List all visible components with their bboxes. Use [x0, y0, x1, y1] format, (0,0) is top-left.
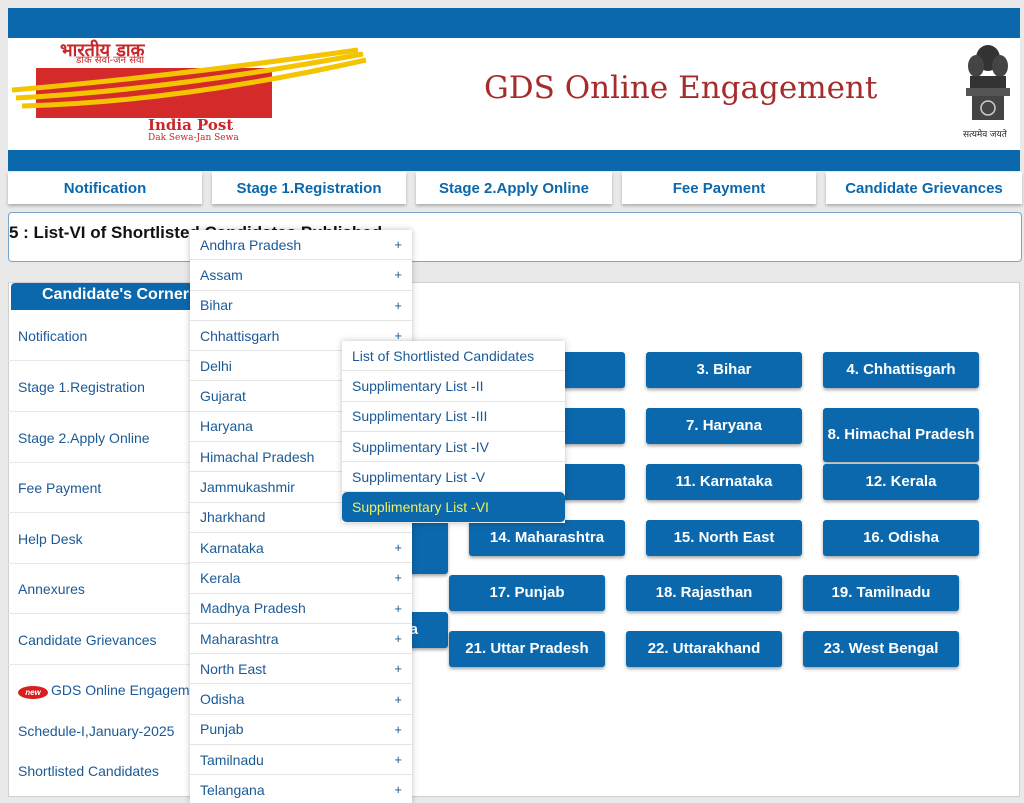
plus-icon: + — [394, 600, 402, 616]
state-button-north-east[interactable]: 15. North East — [646, 520, 802, 556]
header-banner: भारतीय डाक डाक सेवा-जन सेवा India Post D… — [8, 38, 1020, 150]
logo-english-text: India Post — [148, 116, 234, 134]
sidebar-item-help-desk[interactable]: Help Desk — [8, 514, 208, 564]
dropdown-item-odisha[interactable]: Odisha + — [190, 684, 412, 715]
state-button-karnataka[interactable]: 11. Karnataka — [646, 464, 802, 500]
sidebar-item-schedule[interactable]: Schedule-I,January-2025 — [18, 723, 174, 739]
state-button-odisha[interactable]: 16. Odisha — [823, 520, 979, 556]
state-button-maharashtra[interactable]: 14. Maharashtra — [469, 520, 625, 556]
sidebar-item-fee-payment[interactable]: Fee Payment — [8, 463, 208, 513]
dropdown-item-label: Karnataka — [200, 539, 264, 556]
dropdown-item-label: North East — [200, 660, 267, 677]
state-button-chhattisgarh[interactable]: 4. Chhattisgarh — [823, 352, 979, 388]
plus-icon: + — [394, 782, 402, 798]
state-button-uttar-pradesh[interactable]: 21. Uttar Pradesh — [449, 631, 605, 667]
dropdown-item-label: Odisha — [200, 691, 245, 708]
state-button-bihar[interactable]: 3. Bihar — [646, 352, 802, 388]
dropdown-item-label: Kerala — [200, 569, 241, 586]
plus-icon: + — [394, 631, 402, 646]
nav-stage2-apply-online[interactable]: Stage 2.Apply Online — [416, 172, 612, 204]
state-button-himachal-pradesh[interactable]: 8. Himachal Pradesh — [823, 408, 979, 462]
dropdown-item-assam[interactable]: Assam + — [190, 260, 412, 291]
dropdown-item-bihar[interactable]: Bihar + — [190, 291, 412, 321]
state-button-haryana[interactable]: 7. Haryana — [646, 408, 802, 444]
emblem-caption: सत्यमेव जयते — [963, 129, 1007, 139]
dropdown-item-label: Maharashtra — [200, 630, 279, 647]
dropdown-item-madhya-pradesh[interactable]: Madhya Pradesh + — [190, 594, 412, 624]
submenu-item-supplementary-2[interactable]: Supplimentary List -II — [342, 371, 565, 402]
plus-icon: + — [394, 661, 402, 677]
dropdown-item-north-east[interactable]: North East + — [190, 654, 412, 685]
state-button-rajasthan[interactable]: 18. Rajasthan — [626, 575, 782, 611]
state-button-kerala[interactable]: 12. Kerala — [823, 464, 979, 500]
submenu-item-supplementary-4[interactable]: Supplimentary List -IV — [342, 432, 565, 463]
state-button-west-bengal[interactable]: 23. West Bengal — [803, 631, 959, 667]
nav-stage1-registration[interactable]: Stage 1.Registration — [212, 172, 406, 204]
dropdown-item-maharashtra[interactable]: Maharashtra + — [190, 624, 412, 655]
submenu-item-supplementary-3[interactable]: Supplimentary List -III — [342, 402, 565, 432]
sidebar-item-annexures[interactable]: Annexures — [8, 564, 208, 614]
plus-icon: + — [394, 267, 402, 283]
state-button-tamilnadu[interactable]: 19. Tamilnadu — [803, 575, 959, 611]
sidebar-item-notification[interactable]: Notification — [8, 311, 208, 361]
sidebar-item-stage1-registration[interactable]: Stage 1.Registration — [8, 362, 208, 412]
dropdown-item-label: Telangana — [200, 781, 265, 798]
page-title: GDS Online Engagement — [484, 70, 878, 106]
dropdown-item-label: Tamilnadu — [200, 751, 264, 768]
dropdown-item-label: Himachal Pradesh — [200, 448, 315, 465]
candidates-corner-heading: Candidate's Corner — [11, 283, 201, 310]
logo-hindi-tagline: डाक सेवा-जन सेवा — [76, 55, 145, 66]
news-ticker: 5 : List-VI of Shortlisted Candidates Pu… — [8, 212, 1022, 262]
state-button-punjab[interactable]: 17. Punjab — [449, 575, 605, 611]
site-header: भारतीय डाक डाक सेवा-जन सेवा India Post D… — [8, 8, 1020, 171]
shortlist-submenu: List of Shortlisted Candidates Supplimen… — [342, 341, 565, 523]
plus-icon: + — [394, 691, 402, 707]
dropdown-item-punjab[interactable]: Punjab + — [190, 715, 412, 746]
plus-icon: + — [394, 721, 402, 737]
dropdown-item-label: Chhattisgarh — [200, 327, 280, 344]
dropdown-item-karnataka[interactable]: Karnataka + — [190, 533, 412, 564]
dropdown-item-telangana[interactable]: Telangana + — [190, 775, 412, 803]
new-badge-icon: new — [18, 686, 48, 699]
dropdown-item-label: Punjab — [200, 721, 244, 738]
plus-icon: + — [394, 297, 402, 313]
plus-icon: + — [394, 570, 402, 586]
dropdown-item-label: Jharkhand — [200, 509, 266, 526]
dropdown-item-label: Bihar — [200, 297, 233, 314]
dropdown-item-label: Assam — [200, 266, 243, 283]
logo-english-tagline: Dak Sewa-Jan Sewa — [148, 133, 239, 143]
plus-icon: + — [394, 752, 402, 768]
submenu-item-supplementary-6[interactable]: Supplimentary List -VI — [342, 492, 565, 523]
sidebar-item-shortlisted[interactable]: Shortlisted Candidates — [18, 763, 159, 779]
dropdown-item-label: Andhra Pradesh — [200, 236, 302, 253]
submenu-item-list-shortlisted[interactable]: List of Shortlisted Candidates — [342, 341, 565, 372]
dropdown-item-kerala[interactable]: Kerala + — [190, 563, 412, 594]
nav-notification[interactable]: Notification — [8, 172, 202, 204]
sidebar-item-gds-online[interactable]: new GDS Online Engagement — [18, 682, 209, 699]
nav-candidate-grievances[interactable]: Candidate Grievances — [826, 172, 1022, 204]
plus-icon: + — [394, 540, 402, 556]
nav-fee-payment[interactable]: Fee Payment — [622, 172, 816, 204]
dropdown-item-label: Jammukashmir — [200, 479, 295, 496]
dropdown-item-tamilnadu[interactable]: Tamilnadu + — [190, 745, 412, 776]
gds-online-link-label: GDS Online Engagement — [51, 682, 209, 698]
dropdown-item-andhra-pradesh[interactable]: Andhra Pradesh + — [190, 230, 412, 261]
plus-icon: + — [394, 237, 402, 253]
submenu-item-supplementary-5[interactable]: Supplimentary List -V — [342, 462, 565, 493]
dropdown-item-label: Madhya Pradesh — [200, 600, 306, 617]
dropdown-item-label: Delhi — [200, 357, 232, 374]
state-button-uttarakhand[interactable]: 22. Uttarakhand — [626, 631, 782, 667]
sidebar-item-candidate-grievances[interactable]: Candidate Grievances — [8, 615, 208, 665]
dropdown-item-label: Haryana — [200, 418, 253, 435]
sidebar-item-stage2-apply-online[interactable]: Stage 2.Apply Online — [8, 413, 208, 463]
dropdown-item-label: Gujarat — [200, 388, 246, 405]
main-nav: Notification Stage 1.Registration Stage … — [8, 172, 1022, 204]
